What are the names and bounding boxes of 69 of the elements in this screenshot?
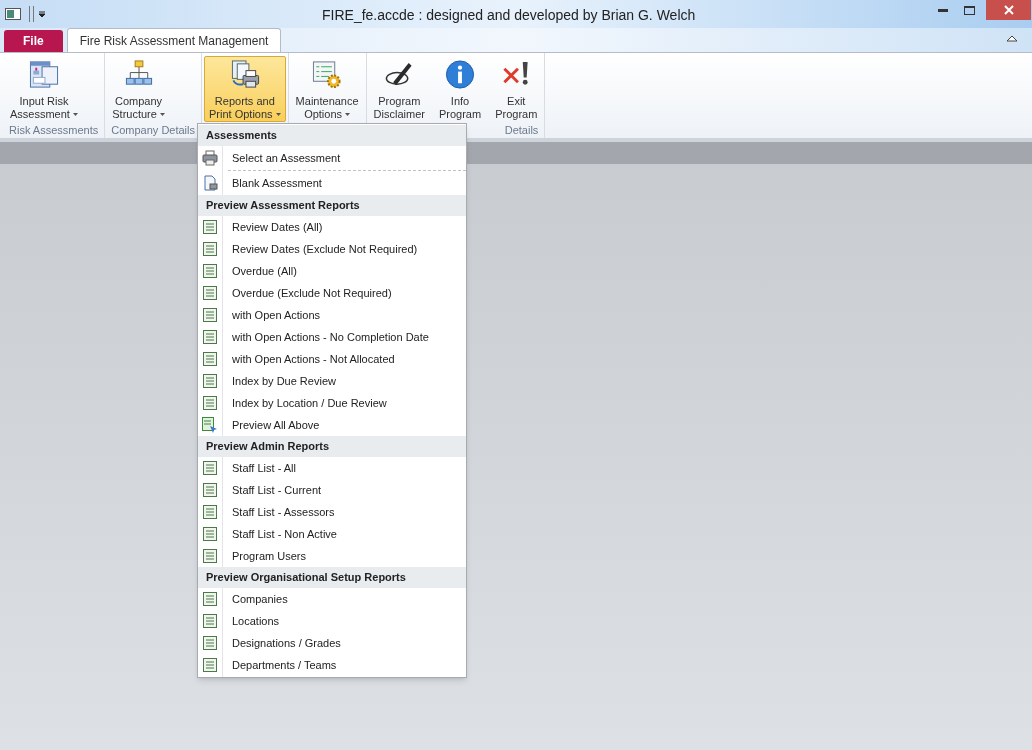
report-icon: [203, 242, 217, 256]
ribbon-tab[interactable]: Fire Risk Assessment Management: [66, 28, 282, 52]
menu-item[interactable]: Index by Due Review: [198, 370, 466, 392]
ribbon-button[interactable]: Exit Program: [490, 56, 543, 122]
ribbon-button[interactable]: Input Risk Assessment: [5, 56, 83, 122]
report-icon: [203, 592, 217, 606]
report-icon: [203, 286, 217, 300]
report-icon: [203, 483, 217, 497]
report-icon: [203, 330, 217, 344]
menu-item[interactable]: Review Dates (All): [198, 216, 466, 238]
close-button[interactable]: [986, 0, 1031, 20]
window-title: FIRE_fe.accde : designed and developed by Brian G. Welch: [322, 6, 696, 25]
menu-item[interactable]: with Open Actions - No Completion Date: [198, 326, 466, 348]
report-icon: [203, 527, 217, 541]
report-icon: [203, 264, 217, 278]
report-icon: [203, 308, 217, 322]
menu-item[interactable]: Overdue (All): [198, 260, 466, 282]
report-icon: [203, 220, 217, 234]
menu-item[interactable]: Staff List - Current: [198, 479, 466, 501]
minimize-icon: [938, 8, 948, 12]
menu-item[interactable]: Companies: [198, 588, 466, 610]
ribbon-button[interactable]: Reports and Print Options: [204, 56, 286, 122]
menu-section-header: Preview Assessment Reports: [198, 195, 466, 216]
close-icon: [1003, 5, 1014, 15]
group-label: Details: [504, 123, 539, 139]
menu-item[interactable]: Review Dates (Exclude Not Required): [198, 238, 466, 260]
menu-item[interactable]: Staff List - Non Active: [198, 523, 466, 545]
menu-item[interactable]: Program Users: [198, 545, 466, 567]
menu-item[interactable]: Locations: [198, 610, 466, 632]
checklist-gear-icon: [311, 59, 344, 90]
menu-item[interactable]: Departments / Teams: [198, 654, 466, 676]
file-tab[interactable]: File: [4, 30, 63, 52]
menu-section-header: Preview Admin Reports: [198, 436, 466, 457]
info-icon: [444, 59, 477, 90]
menu-item[interactable]: Preview All Above: [198, 414, 466, 436]
report-icon: [203, 396, 217, 410]
form-window-icon: [27, 59, 60, 90]
report-icon: [203, 352, 217, 366]
blank-document-icon: [202, 175, 218, 191]
menu-item[interactable]: Designations / Grades: [198, 632, 466, 654]
report-icon: [203, 461, 217, 475]
report-preview-icon: [202, 417, 218, 433]
ribbon-button[interactable]: Maintenance Options: [290, 56, 364, 122]
app-icon: [5, 8, 21, 20]
ribbon-button[interactable]: Company Structure: [107, 56, 170, 122]
menu-item[interactable]: with Open Actions: [198, 304, 466, 326]
menu-item[interactable]: Staff List - All: [198, 457, 466, 479]
group-label: Company Details: [111, 123, 195, 139]
ribbon-button[interactable]: Program Disclaimer: [368, 56, 430, 122]
ribbon-button[interactable]: Info Program: [433, 56, 487, 122]
menu-item[interactable]: with Open Actions - Not Allocated: [198, 348, 466, 370]
menu-item[interactable]: Staff List - Assessors: [198, 501, 466, 523]
menu-section-header: Preview Organisational Setup Reports: [198, 567, 466, 588]
report-icon: [203, 614, 217, 628]
menu-item[interactable]: Select an Assessment: [198, 146, 436, 170]
report-icon: [203, 658, 217, 672]
menu-item[interactable]: Overdue (Exclude Not Required): [198, 282, 466, 304]
printer-icon: [202, 150, 218, 166]
report-icon: [203, 636, 217, 650]
menu-section-header: Assessments: [198, 125, 466, 146]
collapse-ribbon-icon[interactable]: [1006, 34, 1018, 42]
menu-item[interactable]: Index by Location / Due Review: [198, 392, 466, 414]
customize-toolbar-icon[interactable]: [38, 10, 46, 18]
report-icon: [203, 505, 217, 519]
maximize-icon: [963, 5, 975, 15]
report-icon: [203, 374, 217, 388]
menu-item[interactable]: Blank Assessment: [198, 171, 466, 195]
report-icon: [203, 549, 217, 563]
group-label: Risk Assessments: [9, 123, 99, 139]
